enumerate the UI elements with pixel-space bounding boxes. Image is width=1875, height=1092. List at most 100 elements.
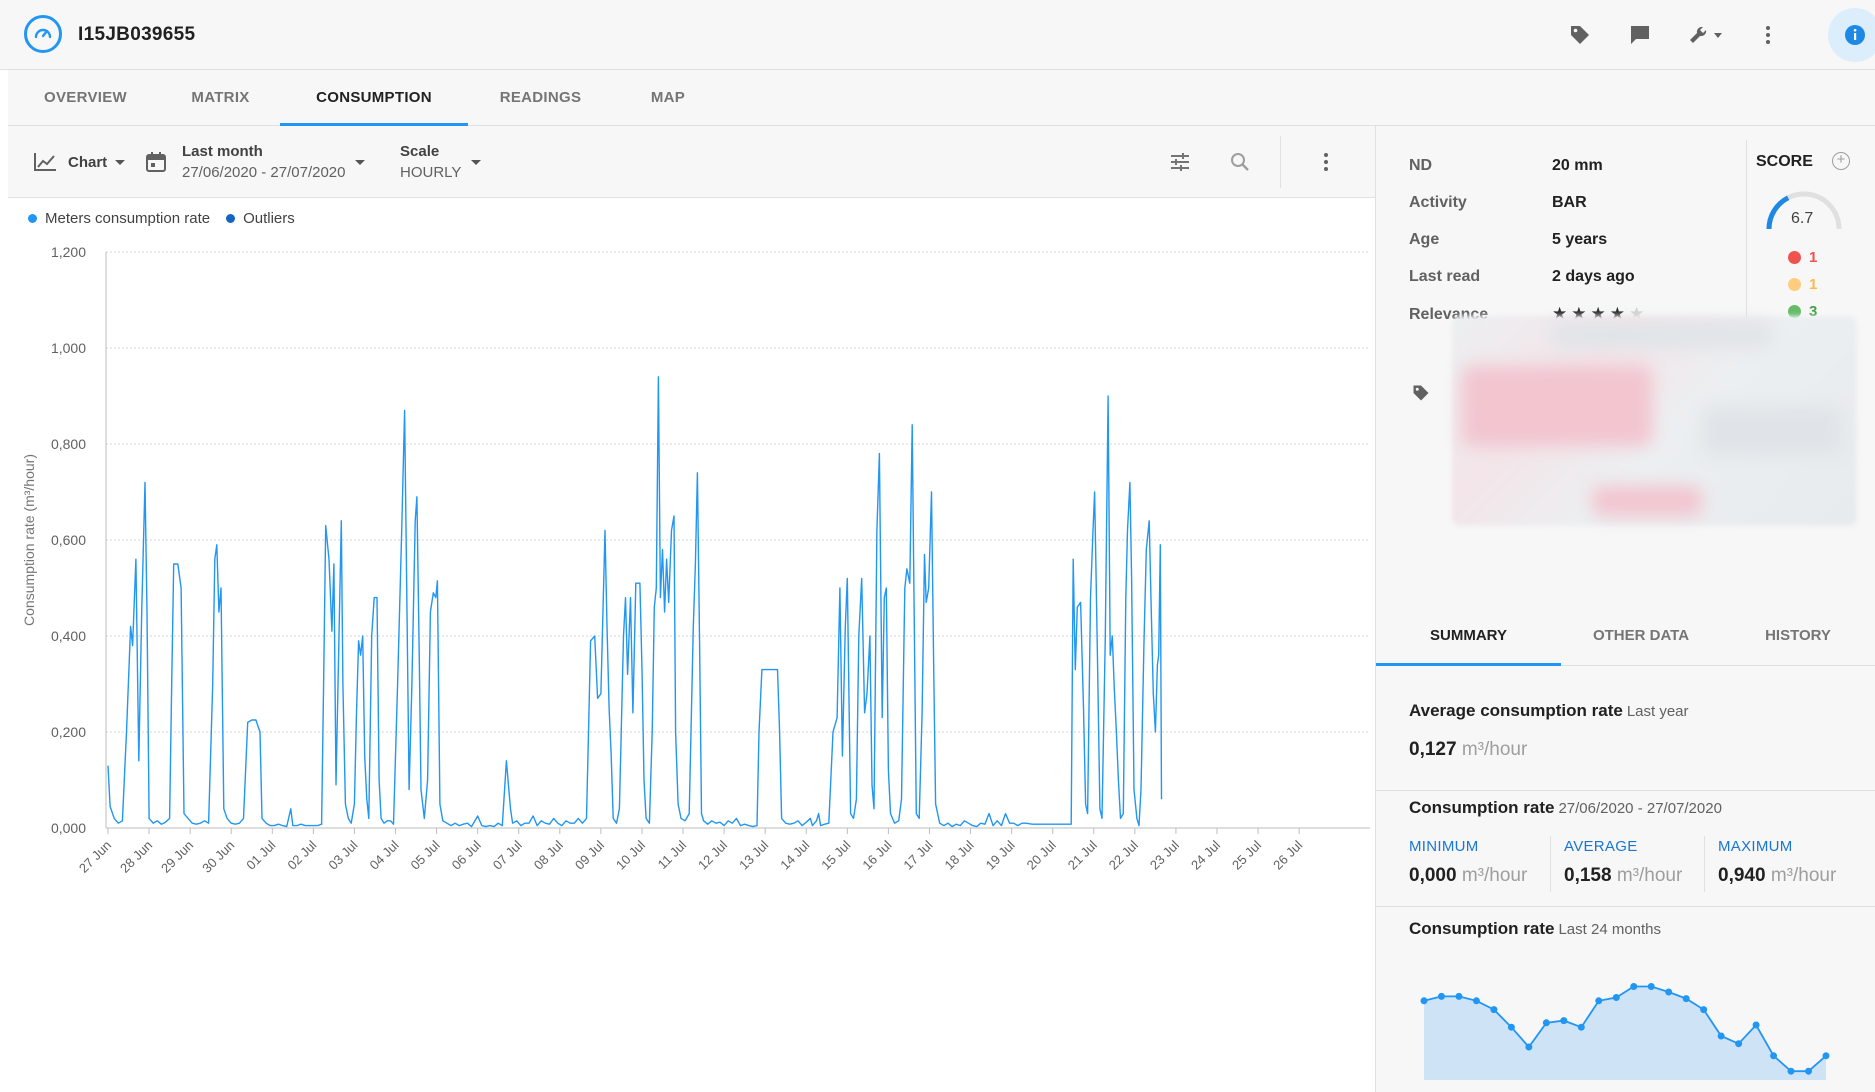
sparkline-point [1682, 995, 1690, 1003]
scale-dropdown[interactable]: Scale HOURLY [400, 126, 482, 198]
zoom-button[interactable] [1228, 126, 1252, 198]
y-tick-label: 0,200 [51, 724, 86, 740]
legend-dot [28, 214, 37, 223]
more-options-button[interactable] [1751, 18, 1785, 52]
nd-value: 20 mm [1552, 157, 1603, 174]
tab-other-data[interactable]: OTHER DATA [1561, 606, 1721, 666]
sparkline-point [1542, 1019, 1550, 1027]
x-tick-label: 07 Jul [490, 837, 525, 872]
x-tick-label: 17 Jul [900, 837, 935, 872]
x-tick-label: 13 Jul [736, 837, 771, 872]
maximum-stat: MAXIMUM 0,940 m³/hour [1718, 838, 1837, 886]
sparkline-point [1770, 1052, 1778, 1060]
comment-button[interactable] [1623, 18, 1657, 52]
y-tick-label: 1,200 [51, 244, 86, 260]
activity-label: Activity [1409, 194, 1467, 211]
x-tick-label: 27 Jun [76, 838, 114, 876]
meter-id-title: I15JB039655 [78, 24, 196, 45]
sparkline-point [1787, 1067, 1795, 1075]
sparkline-point [1420, 997, 1428, 1005]
score-warning: 1 [1788, 276, 1817, 293]
sparkline-point [1735, 1040, 1743, 1048]
activity-value: BAR [1552, 194, 1587, 211]
x-tick-label: 21 Jul [1065, 837, 1100, 872]
tag-button[interactable] [1563, 18, 1597, 52]
sparkline-point [1752, 1021, 1760, 1029]
details-panel: ND 20 mm Activity BAR Age 5 years Last r… [1376, 126, 1875, 1092]
average-stat: AVERAGE 0,158 m³/hour [1564, 838, 1683, 886]
sparkline-point [1490, 1006, 1498, 1014]
chart-legend: Meters consumption rate Outliers [28, 210, 311, 227]
top-bar: I15JB039655 [0, 0, 1875, 70]
sparkline-point [1805, 1067, 1813, 1075]
more-vert-icon [1324, 153, 1328, 171]
score-gauge-arc [1766, 195, 1790, 230]
info-button[interactable] [1828, 8, 1875, 62]
consumption-chart[interactable]: 0,000 0,200 0,400 0,600 0,800 1,000 1,200 27 Ju… [8, 232, 1375, 922]
stat-divider [1550, 836, 1551, 892]
filter-settings-button[interactable] [1168, 126, 1192, 198]
x-tick-label: 24 Jul [1188, 837, 1223, 872]
sparkline-point [1577, 1023, 1585, 1031]
scale-value: HOURLY [400, 164, 462, 181]
x-tick-label: 30 Jun [199, 838, 237, 876]
view-type-dropdown[interactable]: Chart [32, 126, 126, 198]
sparkline-point [1560, 1017, 1568, 1025]
info-icon [1845, 25, 1865, 45]
y-tick-label: 0,800 [51, 436, 86, 452]
scale-label: Scale [400, 143, 440, 160]
trend-title: Consumption rate Last 24 months [1409, 919, 1662, 938]
tools-menu-button[interactable] [1683, 18, 1731, 52]
y-tick-label: 0,600 [51, 532, 86, 548]
tab-matrix[interactable]: MATRIX [153, 70, 288, 126]
section-divider [1376, 906, 1875, 907]
x-tick-label: 26 Jul [1270, 837, 1305, 872]
legend-item-consumption[interactable]: Meters consumption rate [28, 210, 210, 227]
nd-label: ND [1409, 157, 1433, 174]
tab-history[interactable]: HISTORY [1721, 606, 1875, 666]
sparkline-point [1455, 992, 1463, 1000]
search-icon [1231, 153, 1249, 171]
score-title: SCORE [1756, 153, 1813, 170]
x-tick-label: 08 Jul [531, 837, 566, 872]
redacted-tags [1452, 316, 1857, 526]
y-tick-label: 0,000 [51, 820, 86, 836]
x-tick-label: 23 Jul [1147, 837, 1182, 872]
view-type-label: Chart [68, 153, 108, 171]
sparkline-point [1630, 983, 1638, 990]
x-tick-label: 09 Jul [572, 837, 607, 872]
tab-summary[interactable]: SUMMARY [1376, 606, 1561, 666]
trend-sparkline[interactable] [1416, 952, 1836, 1092]
tab-overview[interactable]: OVERVIEW [18, 70, 153, 126]
chart-more-button[interactable] [1314, 126, 1338, 198]
sparkline-area [1424, 986, 1826, 1080]
legend-item-outliers[interactable]: Outliers [226, 210, 295, 227]
x-tick-label: 10 Jul [613, 837, 648, 872]
period-dropdown[interactable]: Last month 27/06/2020 - 27/07/2020 [144, 126, 366, 198]
tab-readings[interactable]: READINGS [468, 70, 613, 126]
tune-icon [1171, 153, 1189, 171]
sparkline-point [1665, 988, 1673, 996]
x-tick-label: 04 Jul [366, 837, 401, 872]
gauge-logo-icon [24, 15, 62, 53]
add-score-button[interactable]: + [1832, 152, 1850, 170]
range-title: Consumption rate 27/06/2020 - 27/07/2020 [1409, 798, 1722, 817]
calendar-icon [146, 152, 166, 172]
sparkline-point [1507, 1023, 1515, 1031]
x-tick-label: 18 Jul [942, 837, 977, 872]
x-tick-label: 22 Jul [1106, 837, 1141, 872]
legend-label: Meters consumption rate [45, 210, 211, 227]
wrench-icon [1690, 26, 1722, 43]
tag-icon [1413, 385, 1429, 401]
sparkline-point [1595, 997, 1603, 1005]
score-critical: 1 [1788, 249, 1817, 266]
tab-consumption[interactable]: CONSUMPTION [280, 70, 468, 126]
x-tick-label: 11 Jul [655, 837, 690, 872]
y-tick-label: 0,400 [51, 628, 86, 644]
x-tick-label: 29 Jun [158, 838, 196, 876]
sparkline-point [1647, 983, 1655, 990]
sparkline-point [1525, 1043, 1533, 1051]
sparkline-point [1700, 1006, 1708, 1014]
tab-map[interactable]: MAP [613, 70, 723, 126]
range-section: Consumption rate 27/06/2020 - 27/07/2020 … [1376, 666, 1875, 916]
